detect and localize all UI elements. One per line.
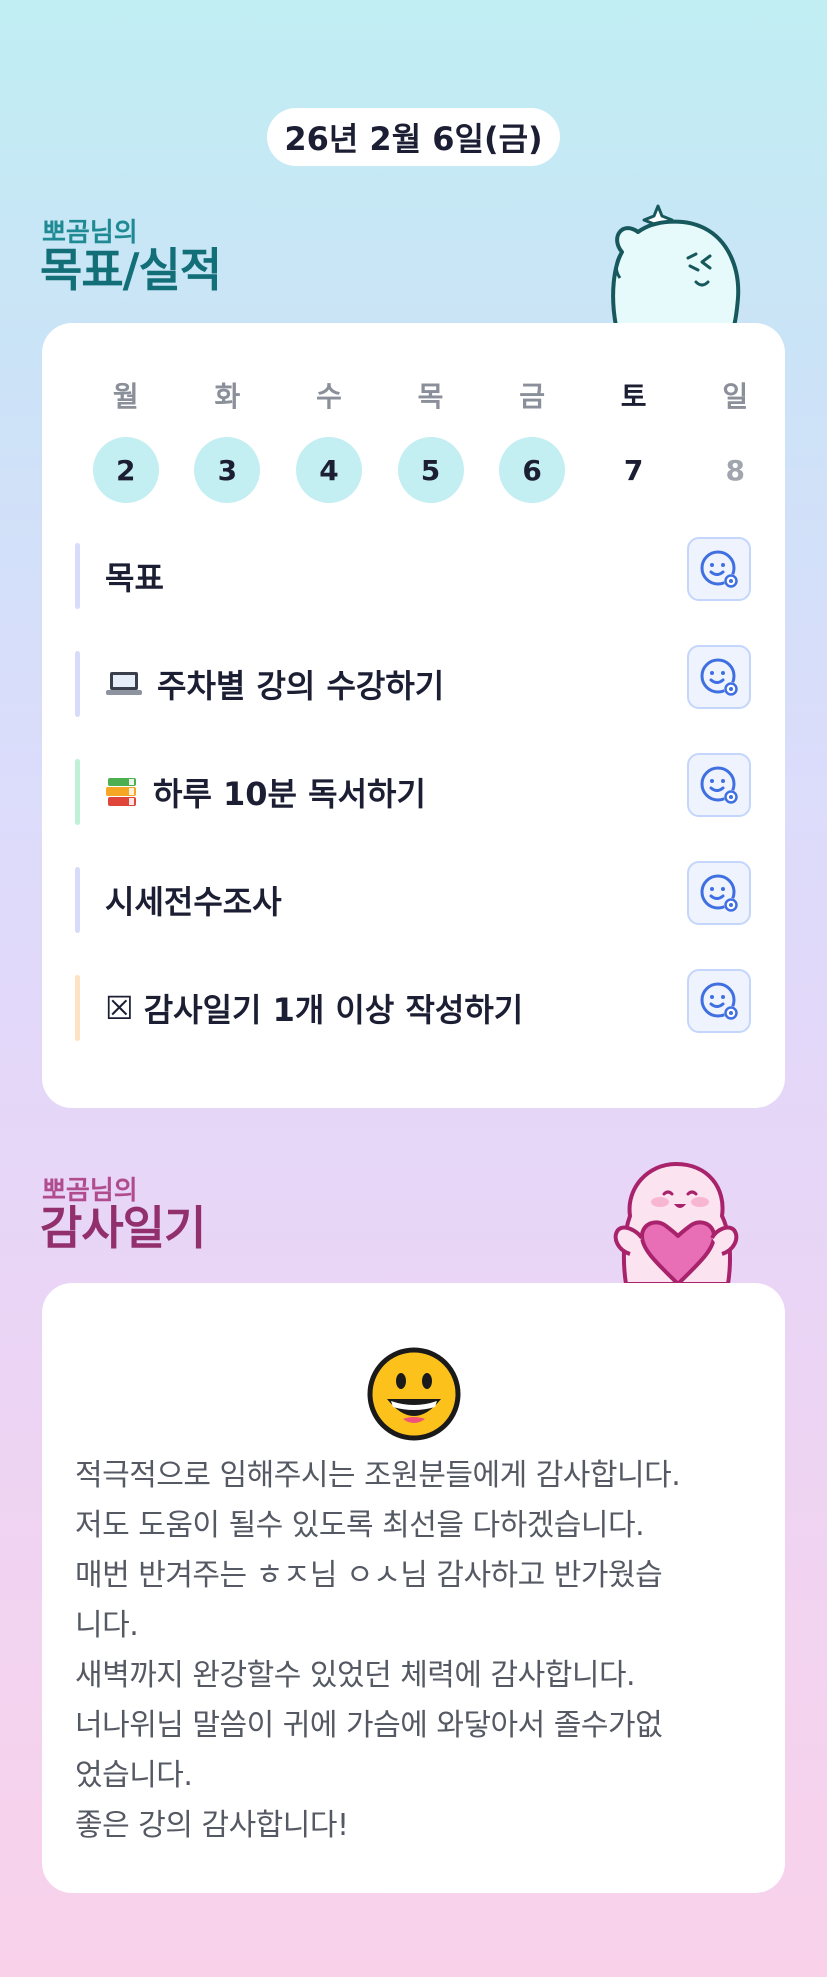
day-label: 목 [417, 380, 444, 413]
goal-status-button[interactable] [687, 645, 751, 709]
day-label: 일 [722, 380, 749, 413]
day-label: 금 [519, 380, 545, 413]
books-icon [105, 776, 139, 808]
goal-label: 하루 10분 독서하기 [153, 775, 426, 813]
goal-accent-bar [75, 759, 80, 825]
date-label: 26년 2월 6일(금) [284, 120, 543, 158]
week-calendar: 월 2 화 3 수 4 목 5 금 6 토 7 일 8 [75, 375, 786, 503]
goal-status-button[interactable] [687, 969, 751, 1033]
goal-item[interactable]: 시세전수조사 [75, 861, 755, 933]
day-column-fri[interactable]: 금 6 [481, 375, 583, 503]
goal-status-button[interactable] [687, 861, 751, 925]
day-label: 수 [316, 380, 342, 413]
diary-line: 좋은 강의 감사합니다! [75, 1808, 349, 1843]
goal-section-title: 목표/실적 [40, 243, 222, 297]
goal-accent-bar [75, 543, 80, 609]
goal-status-button[interactable] [687, 537, 751, 601]
goal-item[interactable]: 목표 [75, 537, 755, 609]
diary-line: 매번 반겨주는 ㅎㅈ님 ㅇㅅ님 감사하고 반가웠습 [75, 1558, 663, 1593]
day-column-tue[interactable]: 화 3 [177, 375, 279, 503]
day-number[interactable]: 7 [601, 437, 667, 503]
goal-label: 주차별 강의 수강하기 [157, 667, 445, 705]
goal-accent-bar [75, 867, 80, 933]
day-column-thu[interactable]: 목 5 [380, 375, 482, 503]
day-label: 화 [214, 380, 241, 413]
diary-line: 었습니다. [75, 1758, 193, 1793]
grinning-face-icon [367, 1347, 461, 1441]
goal-label: 시세전수조사 [105, 883, 282, 921]
day-column-sun[interactable]: 일 8 [684, 375, 786, 503]
smiley-sticker-icon [700, 658, 738, 696]
diary-section-title: 감사일기 [40, 1201, 206, 1255]
teal-mascot-icon [611, 204, 741, 326]
smiley-sticker-icon [700, 874, 738, 912]
day-label: 토 [620, 380, 647, 413]
day-column-mon[interactable]: 월 2 [75, 375, 177, 503]
day-column-sat[interactable]: 토 7 [583, 375, 685, 503]
diary-line: 적극적으로 임해주시는 조원분들에게 감사합니다. [75, 1458, 681, 1493]
diary-line: 저도 도움이 될수 있도록 최선을 다하겠습니다. [75, 1508, 645, 1543]
laptop-icon [105, 670, 143, 698]
diary-card: 적극적으로 임해주시는 조원분들에게 감사합니다. 저도 도움이 될수 있도록 … [42, 1283, 785, 1893]
smiley-sticker-icon [700, 550, 738, 588]
day-number[interactable]: 5 [397, 437, 464, 503]
pink-mascot-icon [613, 1162, 739, 1284]
goal-label: 목표 [105, 559, 164, 597]
day-number[interactable]: 6 [499, 437, 566, 503]
diary-line: 니다. [75, 1608, 139, 1643]
ballot-box-icon: ☒ [105, 989, 134, 1027]
day-label: 월 [112, 380, 139, 413]
goal-label: 감사일기 1개 이상 작성하기 [143, 991, 524, 1029]
smiley-sticker-icon [700, 982, 738, 1020]
goal-item[interactable]: 주차별 강의 수강하기 [75, 645, 755, 717]
date-pill[interactable]: 26년 2월 6일(금) [267, 108, 560, 166]
goal-card: 월 2 화 3 수 4 목 5 금 6 토 7 일 8 목표 주차별 강의 수강… [42, 323, 785, 1108]
day-number[interactable]: 2 [92, 437, 159, 503]
day-number[interactable]: 8 [702, 437, 768, 503]
goal-accent-bar [75, 651, 80, 717]
day-number[interactable]: 3 [194, 437, 261, 503]
smiley-sticker-icon [700, 766, 738, 804]
day-number[interactable]: 4 [295, 437, 362, 503]
goal-item[interactable]: 하루 10분 독서하기 [75, 753, 755, 825]
goal-status-button[interactable] [687, 753, 751, 817]
goal-accent-bar [75, 975, 80, 1041]
diary-text: 적극적으로 임해주시는 조원분들에게 감사합니다. 저도 도움이 될수 있도록 … [75, 1451, 775, 1851]
diary-line: 새벽까지 완강할수 있었던 체력에 감사합니다. [75, 1658, 636, 1693]
day-column-wed[interactable]: 수 4 [278, 375, 380, 503]
goal-item[interactable]: ☒ 감사일기 1개 이상 작성하기 [75, 969, 755, 1041]
diary-line: 너나위님 말씀이 귀에 가슴에 와닿아서 졸수가없 [75, 1708, 663, 1743]
